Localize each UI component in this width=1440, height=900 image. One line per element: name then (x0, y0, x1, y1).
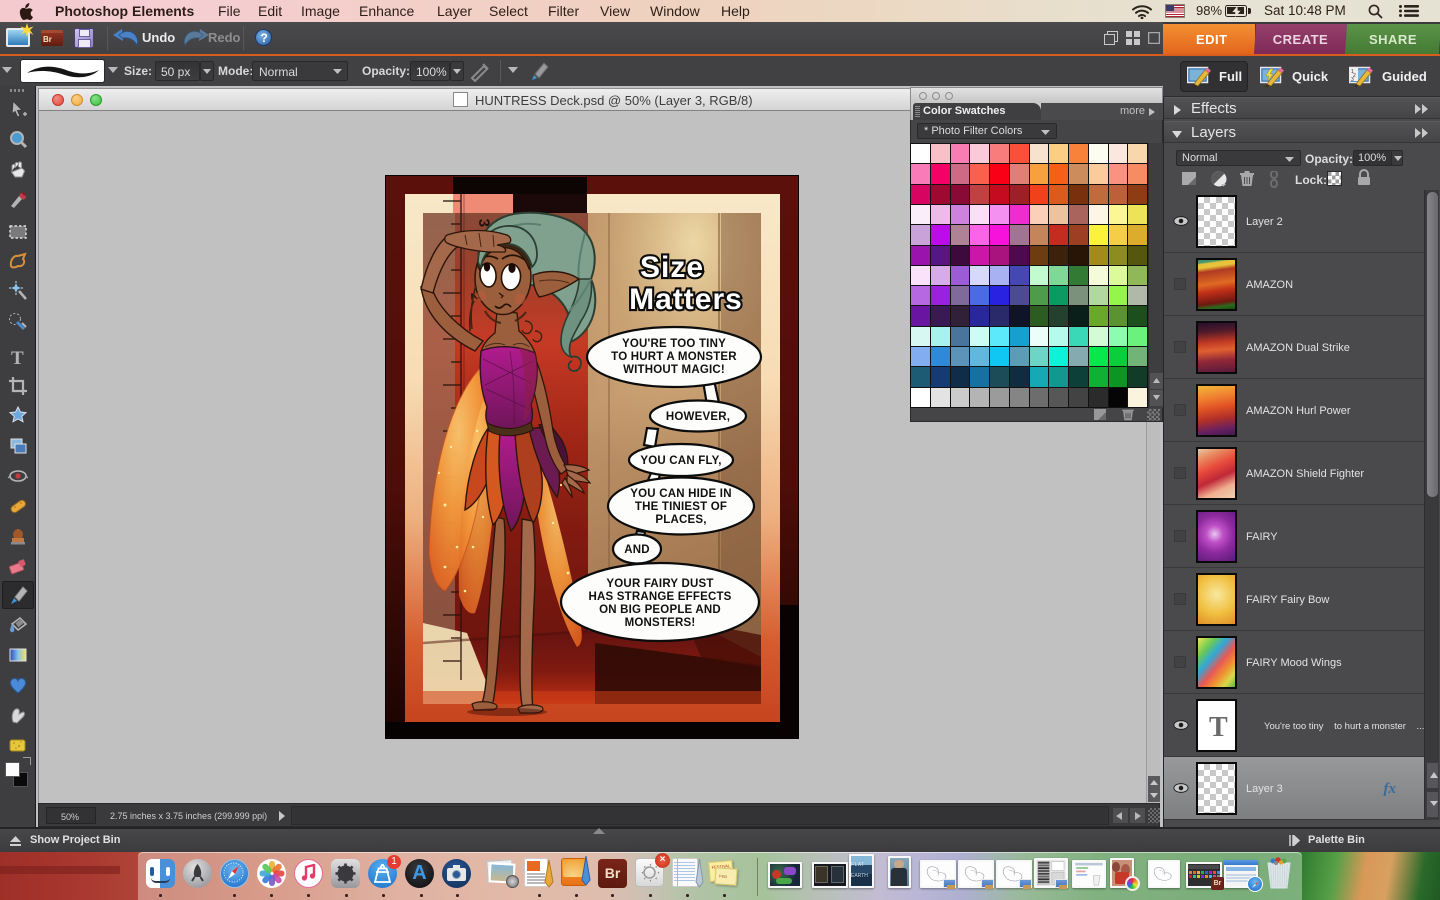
svg-text:WITHOUT MAGIC!: WITHOUT MAGIC! (623, 364, 725, 376)
svg-text:THE TINIEST OF: THE TINIEST OF (635, 501, 727, 513)
svg-text:3: 3 (1351, 77, 1354, 83)
svg-text:YOU CAN FLY,: YOU CAN FLY, (640, 455, 721, 467)
svg-text:T: T (11, 348, 24, 368)
svg-text:ON BIG PEOPLE AND: ON BIG PEOPLE AND (599, 604, 721, 616)
svg-text:AND: AND (624, 544, 650, 556)
svg-text:YOUR FAIRY DUST: YOUR FAIRY DUST (606, 578, 713, 590)
svg-text:YOU CAN HIDE IN: YOU CAN HIDE IN (630, 488, 731, 500)
svg-text:Size: Size (640, 251, 704, 284)
svg-text:Matters: Matters (629, 283, 743, 316)
svg-text:HAS STRANGE EFFECTS: HAS STRANGE EFFECTS (588, 591, 731, 603)
svg-text:HOWEVER,: HOWEVER, (666, 411, 730, 423)
svg-text:TO HURT A MONSTER: TO HURT A MONSTER (611, 351, 737, 363)
svg-text:MONSTERS!: MONSTERS! (625, 617, 696, 629)
svg-text:PLACES,: PLACES, (655, 514, 706, 526)
svg-text:YOU'RE TOO TINY: YOU'RE TOO TINY (622, 338, 726, 350)
